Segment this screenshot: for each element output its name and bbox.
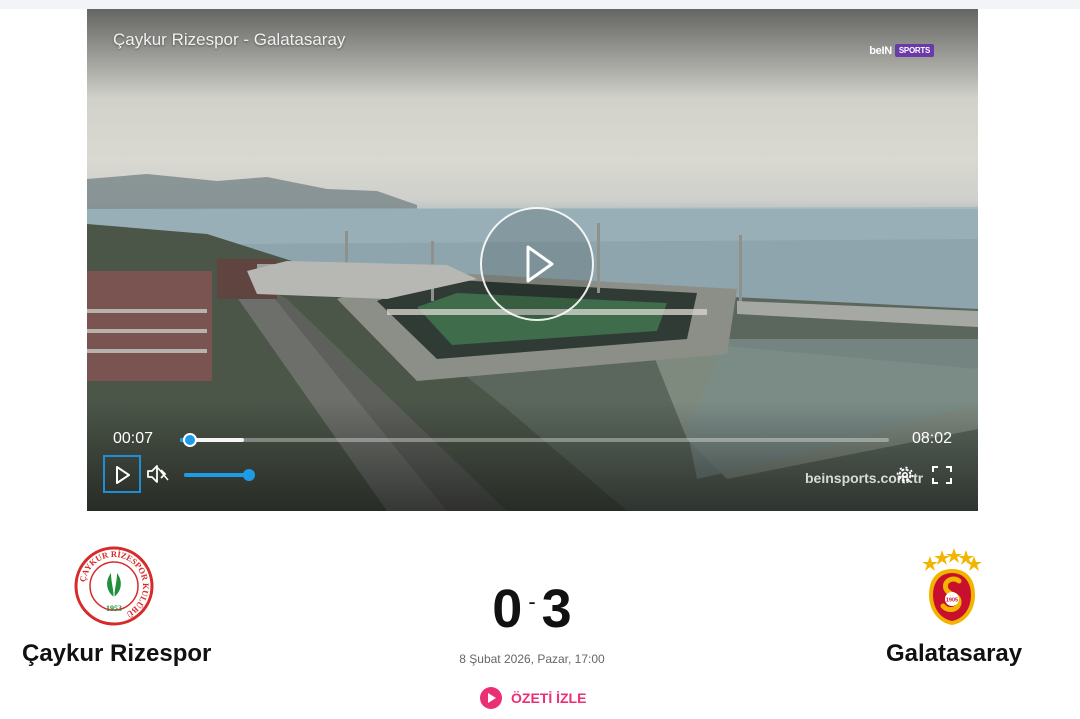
play-icon: [526, 245, 554, 283]
bottom-gradient: [87, 401, 978, 511]
broadcaster-logo-sports: SPORTS: [894, 44, 934, 57]
play-circle-icon: [480, 687, 502, 709]
big-play-button[interactable]: [480, 207, 594, 321]
settings-button[interactable]: [895, 465, 915, 485]
mute-icon: [147, 465, 169, 483]
video-player[interactable]: Çaykur Rizespor - Galatasaray beIN SPORT…: [87, 9, 978, 511]
watch-highlights-label: ÖZETİ İZLE: [511, 690, 587, 706]
play-icon: [116, 466, 130, 484]
top-strip: [0, 0, 1080, 9]
video-title: Çaykur Rizespor - Galatasaray: [113, 30, 346, 49]
top-gradient: [87, 9, 978, 99]
match-date: 8 Şubat 2026, Pazar, 17:00: [459, 652, 605, 666]
away-crest-year: 1905: [946, 598, 958, 604]
broadcaster-logo: beIN SPORTS: [867, 43, 934, 58]
volume-level: [184, 473, 249, 477]
play-button[interactable]: [103, 455, 141, 493]
duration: 08:02: [911, 430, 952, 447]
score-separator: -: [528, 589, 536, 614]
progress-bar[interactable]: [180, 433, 889, 447]
current-time: 00:07: [113, 430, 154, 447]
fullscreen-button[interactable]: [931, 465, 953, 485]
away-team-name: Galatasaray: [886, 640, 1023, 667]
mute-button[interactable]: [146, 463, 170, 485]
match-score: 0-3: [440, 578, 624, 640]
away-score: 3: [541, 579, 572, 639]
home-crest-year: 1953: [106, 604, 122, 613]
watch-highlights-link[interactable]: ÖZETİ İZLE: [480, 686, 586, 710]
away-team-logo: 1905: [922, 548, 982, 625]
settings-icon: [896, 466, 914, 484]
home-score: 0: [492, 579, 523, 639]
home-team-logo: ÇAYKUR RİZESPOR KULÜBÜ 1953: [74, 546, 154, 626]
broadcaster-logo-bein: beIN: [869, 44, 892, 57]
fullscreen-icon: [932, 466, 952, 484]
volume-slider[interactable]: [184, 469, 255, 481]
volume-knob[interactable]: [243, 469, 255, 481]
home-team-name: Çaykur Rizespor: [22, 640, 212, 667]
